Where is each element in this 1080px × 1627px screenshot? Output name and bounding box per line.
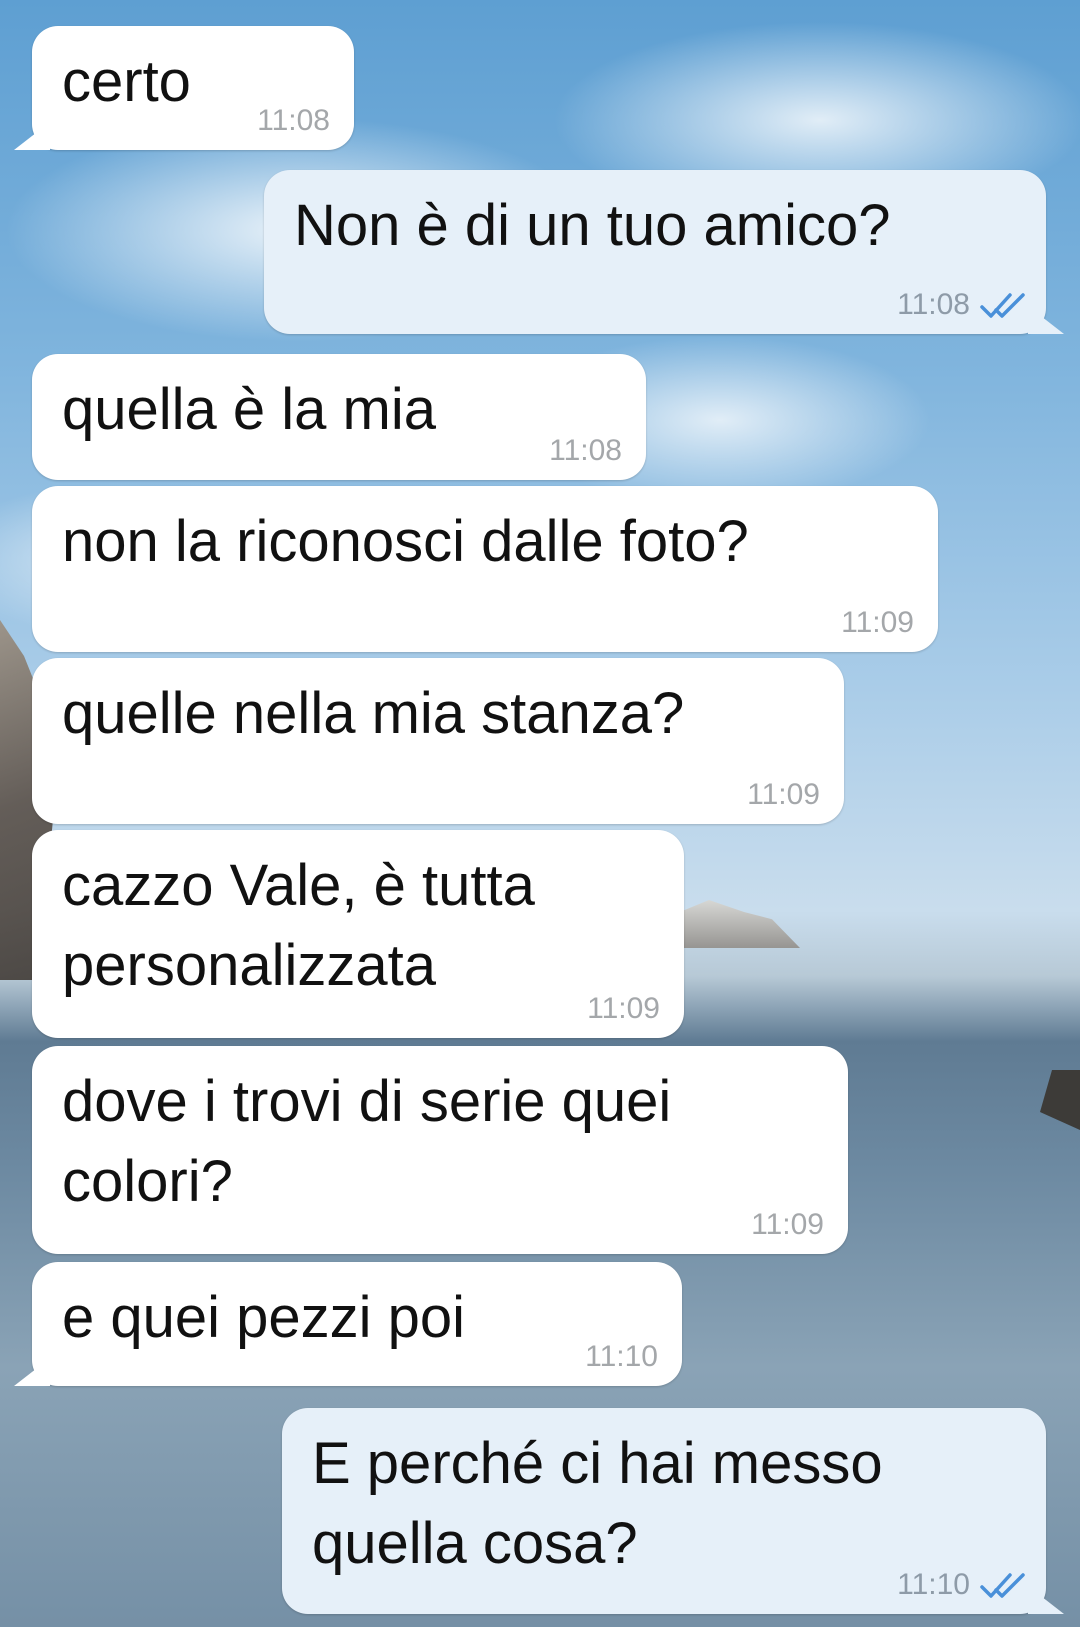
message-meta: 11:08 (257, 104, 330, 138)
message-bubble-outgoing[interactable]: Non è di un tuo amico? 11:08 (264, 170, 1046, 334)
message-meta: 11:10 (897, 1568, 1026, 1602)
message-time: 11:08 (897, 288, 970, 321)
message-time: 11:10 (897, 1568, 970, 1601)
message-text: dove i trovi di serie quei colori? (62, 1069, 672, 1214)
message-text: quella è la mia (62, 377, 436, 442)
message-bubble-outgoing[interactable]: E perché ci hai messo quella cosa? 11:10 (282, 1408, 1046, 1614)
message-time: 11:09 (841, 606, 914, 639)
message-time: 11:09 (587, 992, 660, 1025)
message-text: Non è di un tuo amico? (294, 193, 891, 258)
message-list[interactable]: certo 11:08 Non è di un tuo amico? 11:08… (0, 0, 1080, 1627)
message-bubble-incoming[interactable]: non la riconosci dalle foto? 11:09 (32, 486, 938, 652)
message-meta: 11:09 (841, 606, 914, 640)
message-meta: 11:08 (549, 434, 622, 468)
message-text: non la riconosci dalle foto? (62, 509, 749, 574)
message-bubble-incoming[interactable]: quella è la mia 11:08 (32, 354, 646, 480)
message-text: certo (62, 49, 191, 114)
message-bubble-incoming[interactable]: quelle nella mia stanza? 11:09 (32, 658, 844, 824)
double-check-icon (980, 1570, 1026, 1600)
message-meta: 11:08 (897, 288, 1026, 322)
message-time: 11:10 (585, 1340, 658, 1373)
message-time: 11:08 (549, 434, 622, 467)
message-meta: 11:10 (585, 1340, 658, 1374)
message-text: e quei pezzi poi (62, 1285, 466, 1350)
message-bubble-incoming[interactable]: e quei pezzi poi 11:10 (32, 1262, 682, 1386)
message-text: quelle nella mia stanza? (62, 681, 685, 746)
message-text: cazzo Vale, è tutta personalizzata (62, 853, 535, 998)
message-text: E perché ci hai messo quella cosa? (312, 1431, 883, 1576)
message-bubble-incoming[interactable]: dove i trovi di serie quei colori? 11:09 (32, 1046, 848, 1254)
message-time: 11:09 (751, 1208, 824, 1241)
message-meta: 11:09 (747, 778, 820, 812)
message-meta: 11:09 (587, 992, 660, 1026)
message-bubble-incoming[interactable]: certo 11:08 (32, 26, 354, 150)
message-bubble-incoming[interactable]: cazzo Vale, è tutta personalizzata 11:09 (32, 830, 684, 1038)
message-time: 11:09 (747, 778, 820, 811)
message-meta: 11:09 (751, 1208, 824, 1242)
double-check-icon (980, 290, 1026, 320)
message-time: 11:08 (257, 104, 330, 137)
